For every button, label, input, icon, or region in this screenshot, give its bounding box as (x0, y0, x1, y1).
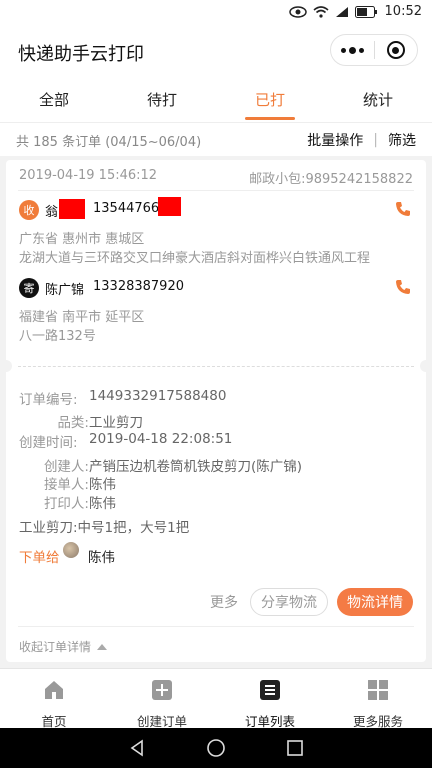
battery-icon (354, 5, 377, 18)
phone-icon[interactable] (394, 278, 412, 296)
receiver-op-label: 接单人: (43, 477, 89, 493)
waybill-number: 邮政小包:9895242158822 (249, 172, 413, 187)
nav-home[interactable]: 首页 (0, 669, 108, 729)
receiver-badge: 收 (19, 200, 39, 220)
target-icon (386, 41, 405, 59)
sender-region: 福建省 南平市 延平区 (19, 310, 145, 325)
plus-square-icon (152, 680, 172, 700)
category: 工业剪刀 (89, 415, 143, 431)
assigned-to: 陈伟 (88, 550, 115, 566)
mini-program-capsule (330, 34, 418, 66)
printer: 陈伟 (89, 496, 116, 512)
share-logistics-button[interactable]: 分享物流 (250, 588, 328, 616)
order-count: 共 185 条订单 (04/15~06/04) (16, 135, 202, 150)
created-time: 2019-04-18 22:08:51 (89, 431, 233, 447)
redaction-box (158, 197, 181, 216)
order-tabs: 全部 待打 已打 统计 (0, 76, 432, 122)
status-time: 10:52 (384, 4, 422, 19)
receiver-phone: 13544766 (93, 201, 160, 216)
caret-up-icon (97, 643, 108, 650)
tab-printed[interactable]: 已打 (216, 76, 324, 122)
bottom-nav: 首页 创建订单 订单列表 更多服务 (0, 668, 432, 729)
order-no: 1449332917588480 (89, 388, 227, 404)
system-navigation-bar (0, 728, 432, 768)
signal-icon (335, 6, 348, 17)
list-icon (260, 680, 280, 700)
sender-name: 陈广锦 (45, 283, 85, 298)
page-title: 快递助手云打印 (18, 44, 144, 65)
close-button[interactable] (375, 41, 417, 59)
more-button[interactable]: 更多 (206, 588, 242, 616)
status-bar: 10:52 (0, 0, 432, 26)
sender-phone: 13328387920 (93, 279, 184, 294)
home-icon (45, 681, 63, 699)
app-header: 快递助手云打印 (0, 26, 432, 76)
wifi-icon (313, 5, 329, 18)
tab-pending[interactable]: 待打 (108, 76, 216, 122)
item-list: 工业剪刀:中号1把，大号1把 (19, 520, 190, 536)
order-date: 2019-04-19 15:46:12 (19, 168, 158, 183)
phone-icon[interactable] (394, 200, 412, 218)
avatar (63, 542, 79, 558)
created-label: 创建时间: (19, 435, 78, 451)
tab-all[interactable]: 全部 (0, 76, 108, 122)
summary-bar: 共 185 条订单 (04/15~06/04) 批量操作 | 筛选 (0, 122, 432, 156)
order-no-label: 订单编号: (19, 392, 78, 408)
filter-button[interactable]: 筛选 (388, 130, 416, 150)
redaction-box (59, 199, 85, 219)
creator: 产销压边机卷筒机铁皮剪刀(陈广锦) (89, 459, 303, 475)
eye-icon (288, 5, 307, 18)
logistics-detail-button[interactable]: 物流详情 (337, 588, 413, 616)
receiver-op: 陈伟 (89, 477, 116, 493)
tab-statistics[interactable]: 统计 (324, 76, 432, 122)
collapse-order-detail[interactable]: 收起订单详情 (19, 638, 108, 655)
nav-more-services[interactable]: 更多服务 (324, 669, 432, 729)
creator-label: 创建人: (43, 459, 89, 475)
nav-create-order[interactable]: 创建订单 (108, 669, 216, 729)
order-card: 2019-04-19 15:46:12 邮政小包:9895242158822 收… (0, 160, 432, 662)
receiver-region: 广东省 惠州市 惠城区 (19, 232, 145, 247)
more-menu-button[interactable] (331, 46, 374, 54)
category-label: 品类: (57, 415, 89, 431)
collapse-label: 收起订单详情 (19, 640, 92, 654)
status-icons: 10:52 (288, 4, 422, 19)
recents-icon[interactable] (286, 739, 304, 757)
sender-address: 八一路132号 (19, 329, 96, 344)
receiver-address: 龙湖大道与三环路交叉口绅豪大酒店斜对面桦兴白铁通风工程 (19, 251, 371, 266)
assigned-label: 下单给 (19, 550, 60, 566)
nav-order-list[interactable]: 订单列表 (216, 669, 324, 729)
grid-icon (368, 680, 388, 700)
sender-badge: 寄 (19, 278, 39, 298)
receiver-name: 翁 (45, 205, 59, 220)
batch-operation-button[interactable]: 批量操作 (307, 130, 363, 150)
back-icon[interactable] (128, 739, 146, 757)
home-circle-icon[interactable] (206, 738, 226, 758)
printer-label: 打印人: (43, 496, 89, 512)
